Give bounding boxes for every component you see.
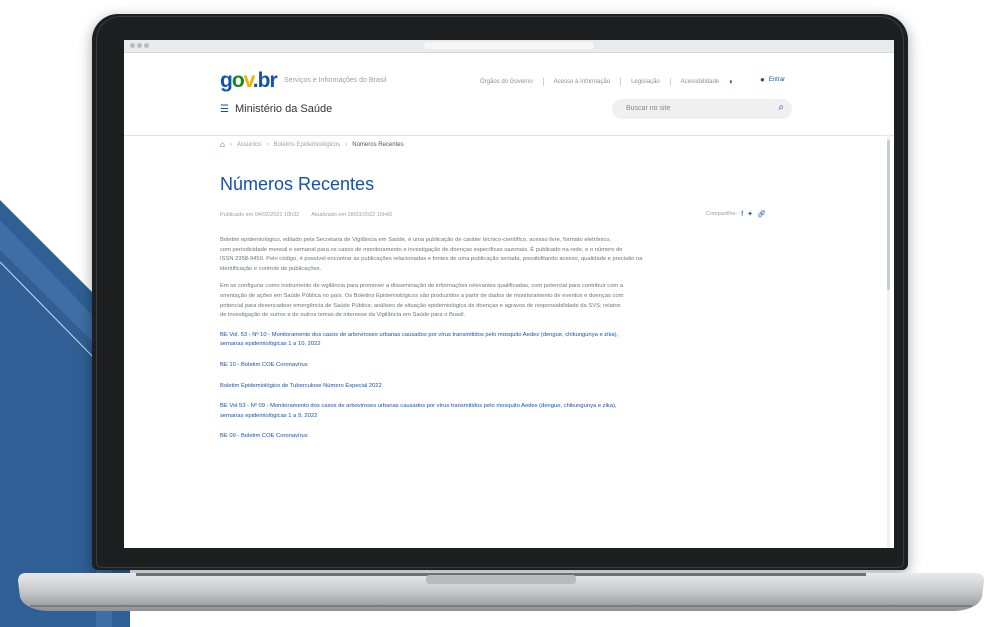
user-icon: ● <box>760 75 765 84</box>
share-label: Compartilhe: <box>706 211 738 217</box>
laptop-screen: gov.br Serviços e Informações do Brasil … <box>124 40 894 548</box>
contrast-icon[interactable]: ◐ <box>729 77 734 86</box>
search-placeholder: Buscar no site <box>626 105 671 112</box>
main-menu[interactable]: ☰ Ministério da Saúde <box>220 103 332 115</box>
breadcrumb: ⌂ › Assuntos › Boletins Epidemiológicos … <box>220 140 404 149</box>
bulletin-link[interactable]: BE 09 - Boletim COE Coronavírus <box>220 432 796 442</box>
govbr-logo[interactable]: gov.br <box>220 69 278 93</box>
scrollbar[interactable] <box>887 134 890 548</box>
search-icon[interactable]: ⌕ <box>778 102 784 113</box>
link-icon[interactable]: 🔗︎ <box>757 210 766 218</box>
top-link-orgaos[interactable]: Órgãos do Governo <box>480 79 533 85</box>
publication-meta: Publicado em 04/02/2022 10h32 Atualizado… <box>220 212 392 218</box>
breadcrumb-item[interactable]: Assuntos <box>237 142 262 148</box>
window-close-dot[interactable] <box>130 43 135 48</box>
home-icon[interactable]: ⌂ <box>220 140 225 149</box>
address-bar[interactable] <box>424 42 594 49</box>
facebook-icon[interactable]: f <box>741 211 743 218</box>
breadcrumb-item[interactable]: Boletins Epidemiológicos <box>274 142 341 148</box>
paragraph: Boletim epidemiológico, editado pela Sec… <box>220 237 643 272</box>
login-button[interactable]: ● Entrar <box>760 75 785 84</box>
bulletin-link[interactable]: BE 10 - Boletim COE Coronavírus <box>220 361 796 371</box>
bulletin-link[interactable]: BE Vol 53 - Nº 09 - Monitoramento dos ca… <box>220 402 796 421</box>
laptop-base <box>18 573 984 611</box>
top-link-acesso[interactable]: Acesso à Informação <box>554 79 610 85</box>
breadcrumb-current: Números Recentes <box>352 141 404 148</box>
top-link-acessibilidade[interactable]: Acessibilidade <box>681 79 719 85</box>
window-minimize-dot[interactable] <box>137 43 142 48</box>
updated-date: Atualizado em 28/03/2022 15h43 <box>311 212 392 218</box>
site-header: gov.br Serviços e Informações do Brasil … <box>124 53 894 136</box>
paragraph: Em se configurar como instrumento de vig… <box>220 283 624 319</box>
bulletin-link[interactable]: BE Vol. 53 - Nº 10 - Monitoramento dos c… <box>220 331 796 350</box>
ministry-name: Ministério da Saúde <box>234 103 333 115</box>
scrollbar-thumb[interactable] <box>887 140 890 290</box>
hamburger-icon[interactable]: ☰ <box>220 104 229 115</box>
bulletin-link[interactable]: Boletim Epidemiológico de Tuberculose Nú… <box>220 382 796 392</box>
published-date: Publicado em 04/02/2022 10h32 <box>220 212 300 218</box>
logo-subtitle: Serviços e Informações do Brasil <box>284 77 387 84</box>
article-body: Boletim epidemiológico, editado pela Sec… <box>220 236 796 453</box>
search-input[interactable]: Buscar no site ⌕ <box>612 99 792 119</box>
login-label: Entrar <box>768 76 786 83</box>
twitter-icon[interactable]: ✦ <box>747 210 753 218</box>
top-link-legislacao[interactable]: Legislação <box>631 79 660 85</box>
top-links: Órgãos do Governo Acesso à Informação Le… <box>480 77 734 86</box>
share-bar: Compartilhe: f ✦ 🔗︎ <box>706 210 766 219</box>
browser-chrome <box>124 40 894 53</box>
page-title: Números Recentes <box>220 174 375 194</box>
window-maximize-dot[interactable] <box>144 43 149 48</box>
